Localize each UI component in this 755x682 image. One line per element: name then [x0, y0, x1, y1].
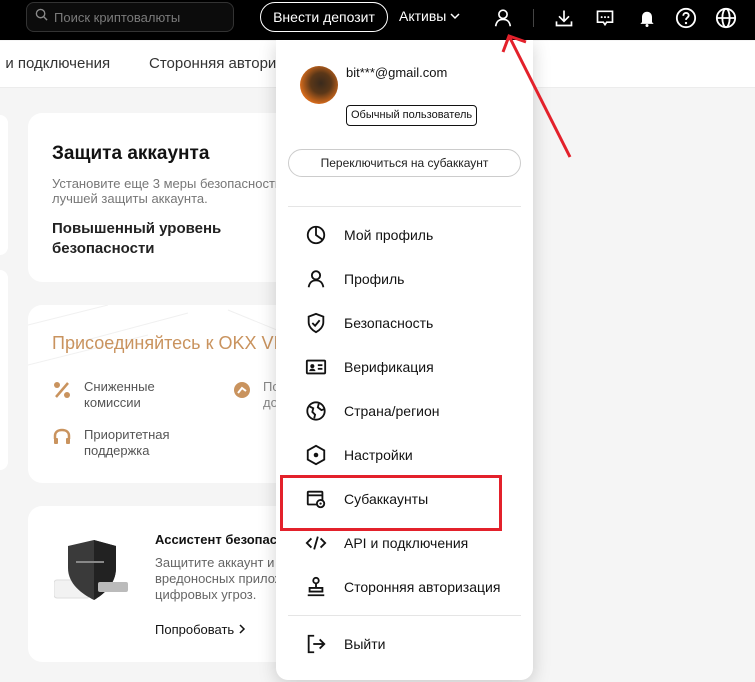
- logout-icon: [304, 632, 328, 656]
- logout-button[interactable]: Выйти: [288, 626, 521, 662]
- percent-icon: [52, 380, 72, 400]
- menu-item-profile[interactable]: Профиль: [288, 261, 521, 297]
- menu-item-third-party-auth[interactable]: Сторонняя авторизация: [288, 569, 521, 605]
- yield-icon: [232, 380, 252, 400]
- deposit-button[interactable]: Внести депозит: [260, 2, 388, 32]
- vip-card-title: Присоединяйтесь к OKX VIP: [52, 333, 291, 353]
- menu-item-security[interactable]: Безопасность: [288, 305, 521, 341]
- user-type-badge: Обычный пользователь: [346, 105, 478, 126]
- menu-item-label: Страна/регион: [344, 403, 440, 419]
- logout-label: Выйти: [344, 636, 386, 652]
- person-icon: [304, 267, 328, 291]
- shield-check-icon: [304, 311, 328, 335]
- try-link-label: Попробовать: [155, 622, 235, 637]
- menu-item-label: Мой профиль: [344, 227, 434, 243]
- menu-divider: [288, 615, 521, 616]
- settings-hex-icon: [304, 443, 328, 467]
- user-email: bit***@gmail.com: [346, 65, 448, 80]
- vip-feature: Приоритетная поддержка: [84, 427, 170, 458]
- headset-icon: [52, 427, 72, 447]
- shield-illustration: [53, 540, 128, 606]
- subaccounts-highlight-box: [280, 475, 502, 531]
- menu-item-label: Профиль: [344, 271, 405, 287]
- globe-region-icon: [304, 399, 328, 423]
- avatar: [300, 66, 338, 104]
- pie-chart-icon: [304, 223, 328, 247]
- left-panel-edge: [0, 270, 8, 470]
- globe-icon[interactable]: [714, 6, 738, 30]
- switch-subaccount-button[interactable]: Переключиться на субаккаунт: [288, 149, 521, 177]
- menu-item-label: Верификация: [344, 359, 434, 375]
- assets-menu[interactable]: Активы: [399, 8, 460, 24]
- vip-feature: Сниженные комиссии: [84, 379, 155, 410]
- assets-label: Активы: [399, 8, 447, 24]
- top-bar: Поиск криптовалюты Внести депозит Активы: [0, 0, 755, 40]
- search-placeholder: Поиск криптовалюты: [54, 9, 181, 25]
- menu-item-country-region[interactable]: Страна/регион: [288, 393, 521, 429]
- id-card-icon: [304, 355, 328, 379]
- menu-item-verification[interactable]: Верификация: [288, 349, 521, 385]
- try-link[interactable]: Попробовать: [155, 622, 246, 637]
- help-icon[interactable]: [674, 6, 698, 30]
- search-input[interactable]: Поиск криптовалюты: [26, 2, 234, 32]
- menu-item-label: Сторонняя авторизация: [344, 579, 501, 595]
- menu-item-label: Безопасность: [344, 315, 434, 331]
- nav-item-api[interactable]: I и подключения: [0, 55, 110, 72]
- bell-icon[interactable]: [635, 6, 659, 30]
- profile-dropdown: bit***@gmail.com Обычный пользователь Пе…: [276, 40, 533, 680]
- topbar-divider: [533, 9, 534, 27]
- search-icon: [35, 8, 48, 26]
- menu-item-settings[interactable]: Настройки: [288, 437, 521, 473]
- stamp-icon: [304, 575, 328, 599]
- menu-item-label: Настройки: [344, 447, 413, 463]
- menu-item-my-profile[interactable]: Мой профиль: [288, 217, 521, 253]
- code-icon: [304, 531, 328, 555]
- user-icon[interactable]: [491, 6, 515, 30]
- left-panel-edge: [0, 115, 8, 255]
- chat-icon[interactable]: [593, 6, 617, 30]
- menu-item-label: API и подключения: [344, 535, 469, 551]
- download-icon[interactable]: [552, 6, 576, 30]
- chevron-down-icon: [450, 8, 460, 24]
- security-card-title: Защита аккаунта: [52, 143, 210, 164]
- menu-divider: [288, 206, 521, 207]
- security-level: Повышенный уровень безопасности: [52, 220, 222, 257]
- chevron-right-icon: [238, 622, 246, 637]
